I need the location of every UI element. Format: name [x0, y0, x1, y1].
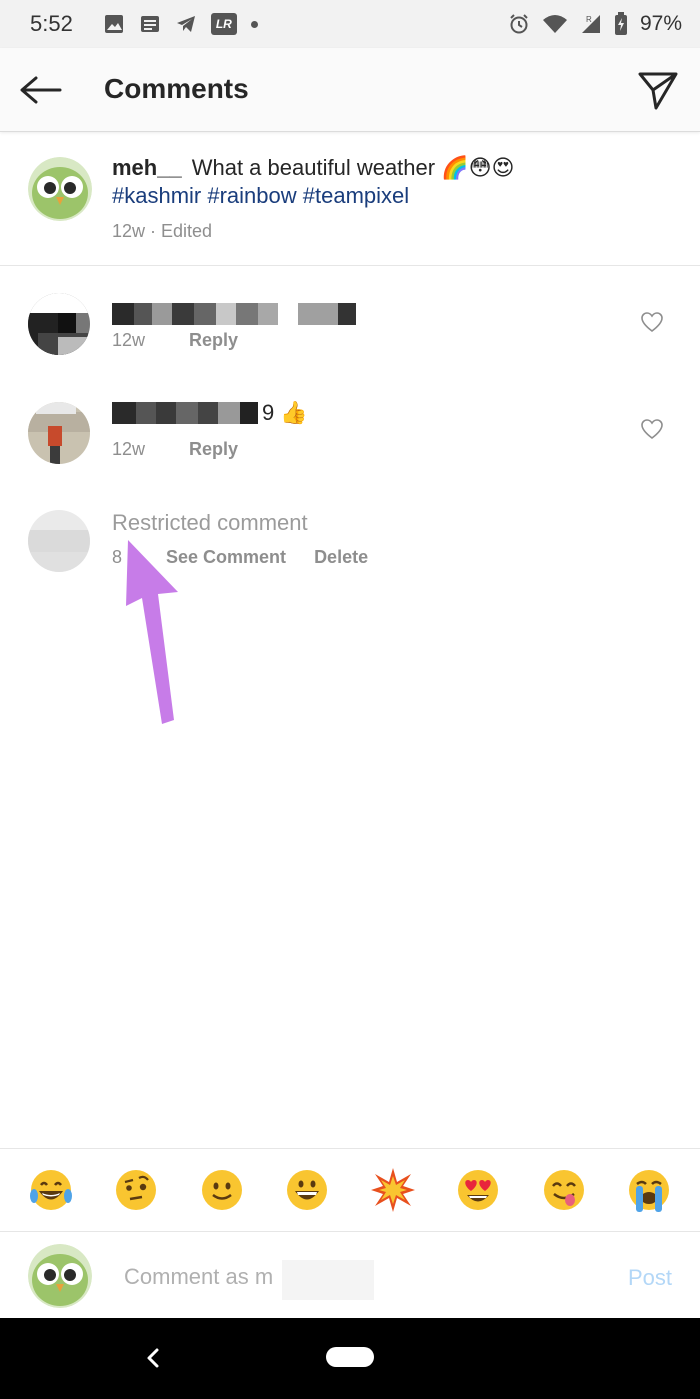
- chevron-left-icon[interactable]: [143, 1346, 163, 1370]
- comment-username-redacted: 9 👍: [112, 400, 308, 425]
- alarm-icon: [510, 14, 528, 34]
- system-nav-bar: [0, 1318, 700, 1399]
- yum-emoji-icon[interactable]: [540, 1166, 588, 1214]
- pixelated-avatar-icon: [28, 293, 90, 355]
- raised-eyebrow-emoji-icon[interactable]: [112, 1166, 160, 1214]
- caption-message: What a beautiful weather 🌈😳😍: [191, 155, 515, 180]
- notification-icons: LR: [103, 13, 258, 35]
- telegram-icon: [176, 16, 195, 32]
- heart-eyes-emoji-icon[interactable]: [454, 1166, 502, 1214]
- battery-percentage: 97%: [639, 12, 682, 35]
- caption-hashtags[interactable]: #kashmir #rainbow #teampixel: [112, 183, 409, 208]
- comment-username-redacted: [112, 303, 356, 325]
- collision-emoji-icon[interactable]: [369, 1166, 417, 1214]
- comment-composer: Post: [0, 1232, 700, 1318]
- post-caption: meh__ What a beautiful weather 🌈😳😍 #kashm…: [0, 132, 700, 266]
- comment-meta: 12w Reply: [112, 330, 238, 351]
- svg-text:R: R: [586, 15, 592, 24]
- avatar: [28, 1244, 92, 1308]
- grinning-emoji-icon[interactable]: [283, 1166, 331, 1214]
- status-time: 5:52: [30, 11, 73, 36]
- caption-username[interactable]: meh__: [112, 155, 182, 180]
- comment-time: 12w: [112, 330, 146, 350]
- system-icons: R 97%: [508, 12, 682, 36]
- caption-text: meh__ What a beautiful weather 🌈😳😍 #kashm…: [112, 154, 672, 210]
- avatar[interactable]: [28, 510, 90, 572]
- emoji-reaction-bar: [0, 1148, 700, 1232]
- lightroom-icon: LR: [210, 13, 237, 35]
- avatar[interactable]: [28, 157, 92, 221]
- heart-icon[interactable]: [640, 311, 664, 333]
- comment-item: 9 👍 12w Reply: [0, 392, 700, 482]
- paper-plane-icon[interactable]: [636, 68, 680, 112]
- reply-button[interactable]: Reply: [189, 330, 238, 351]
- delete-button[interactable]: Delete: [314, 547, 368, 568]
- wifi-icon: [542, 15, 567, 33]
- arrow-left-icon[interactable]: [18, 70, 64, 110]
- comment-meta: 12w Reply: [112, 439, 238, 460]
- heart-icon[interactable]: [640, 418, 664, 440]
- bird-avatar-icon: [28, 1244, 92, 1308]
- reply-button[interactable]: Reply: [189, 439, 238, 460]
- comment-time: 12w: [112, 439, 146, 459]
- news-icon: [140, 16, 159, 32]
- laughing-tears-emoji-icon[interactable]: [27, 1166, 75, 1214]
- caption-meta: 12w · Edited: [112, 221, 213, 241]
- page-title: Comments: [104, 73, 249, 104]
- bird-avatar-icon: [28, 157, 92, 221]
- home-pill-button[interactable]: [326, 1347, 374, 1367]
- comment-text-suffix: 9 👍: [262, 400, 308, 425]
- annotation-arrow: [126, 540, 178, 724]
- avatar[interactable]: [28, 293, 90, 355]
- more-notifications-dot: [250, 20, 258, 28]
- status-bar: 5:52 LR R 97%: [0, 0, 700, 48]
- restricted-comment-label: Restricted comment: [112, 510, 308, 535]
- comment-item: 12w Reply: [0, 283, 700, 373]
- redacted-username-block: [282, 1260, 374, 1300]
- avatar[interactable]: [28, 402, 90, 464]
- image-icon: [104, 15, 123, 33]
- app-header: Comments: [0, 48, 700, 132]
- post-button[interactable]: Post: [628, 1265, 672, 1291]
- loudly-crying-emoji-icon[interactable]: [625, 1166, 673, 1214]
- slight-smile-emoji-icon[interactable]: [198, 1166, 246, 1214]
- pixelated-avatar-icon: [28, 510, 90, 572]
- signal-icon: R: [581, 15, 600, 33]
- battery-charging-icon: [614, 12, 627, 35]
- pixelated-avatar-icon: [28, 402, 90, 464]
